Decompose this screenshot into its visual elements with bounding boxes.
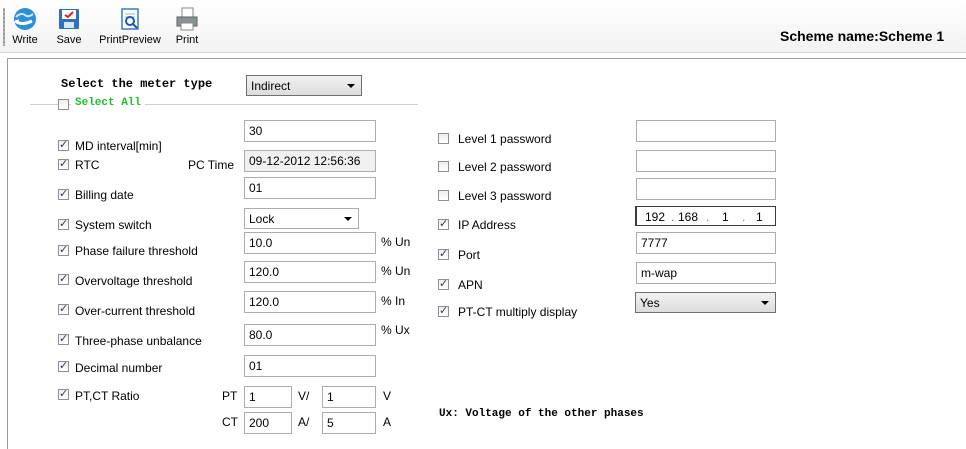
- multiply-dropdown[interactable]: Yes: [635, 292, 776, 313]
- overcurrent-label: Over-current threshold: [75, 304, 196, 318]
- level2-password-field[interactable]: [636, 150, 776, 172]
- meter-type-label: Select the meter type: [61, 77, 213, 91]
- billing-date-field[interactable]: [244, 177, 376, 199]
- pt-primary-field[interactable]: [244, 386, 292, 408]
- unbalance-label: Three-phase unbalance: [75, 334, 202, 348]
- chevron-down-icon: [761, 301, 769, 305]
- meter-type-dropdown[interactable]: Indirect: [246, 75, 362, 96]
- apn-checkbox[interactable]: [438, 277, 449, 290]
- scheme-name: Scheme name:Scheme 1: [780, 28, 945, 44]
- overcurrent-unit: % In: [381, 294, 406, 308]
- ratio-label: PT,CT Ratio: [75, 389, 140, 403]
- multiply-value: Yes: [640, 296, 660, 310]
- system-switch-dropdown[interactable]: Lock: [244, 208, 359, 229]
- port-checkbox[interactable]: [438, 247, 449, 260]
- write-label: Write: [12, 34, 38, 46]
- pc-time-label: PC Time: [188, 158, 235, 172]
- overvoltage-checkbox[interactable]: [58, 272, 69, 285]
- save-label: Save: [56, 34, 82, 46]
- billing-date-label: Billing date: [75, 188, 134, 202]
- apn-field[interactable]: [636, 262, 776, 284]
- print-label: Print: [175, 34, 199, 46]
- rtc-label: RTC: [75, 158, 100, 172]
- ip-octet-3[interactable]: 1: [722, 210, 729, 224]
- pt-secondary-field[interactable]: [322, 386, 376, 408]
- phase-failure-unit: % Un: [381, 235, 411, 249]
- overvoltage-unit: % Un: [381, 264, 411, 278]
- ratio-checkbox[interactable]: [58, 387, 69, 400]
- multiply-label: PT-CT multiply display: [458, 305, 578, 319]
- level3-password-field[interactable]: [636, 178, 776, 200]
- apn-label: APN: [458, 278, 483, 292]
- ip-dot: .: [706, 210, 710, 224]
- ip-address-checkbox[interactable]: [438, 217, 449, 230]
- overcurrent-field[interactable]: [244, 291, 376, 313]
- rtc-checkbox[interactable]: [58, 157, 69, 170]
- md-interval-label: MD interval[min]: [75, 139, 162, 153]
- port-label: Port: [458, 248, 481, 262]
- system-switch-checkbox[interactable]: [58, 217, 69, 230]
- system-switch-label: System switch: [75, 218, 152, 232]
- printer-icon: [176, 7, 198, 31]
- level2-checkbox[interactable]: [438, 161, 449, 172]
- phase-failure-field[interactable]: [244, 232, 376, 254]
- select-all-checkbox[interactable]: [58, 99, 69, 110]
- ct-label: CT: [222, 415, 238, 429]
- level1-password-field[interactable]: [636, 120, 776, 142]
- level3-checkbox[interactable]: [438, 190, 449, 201]
- ip-dot: .: [671, 210, 675, 224]
- level1-label: Level 1 password: [458, 132, 552, 146]
- chevron-down-icon: [347, 84, 355, 88]
- pt-unit: V: [383, 389, 392, 403]
- unbalance-checkbox[interactable]: [58, 332, 69, 345]
- save-button[interactable]: Save: [52, 4, 86, 48]
- chevron-down-icon: [344, 217, 352, 221]
- toolbar: Write Save PrintPreview Print Scheme nam: [0, 0, 966, 53]
- pt-separator: V/: [298, 389, 310, 403]
- level2-label: Level 2 password: [458, 160, 552, 174]
- ct-separator: A/: [298, 415, 310, 429]
- ct-secondary-field[interactable]: [322, 412, 376, 434]
- settings-panel: Select the meter type Indirect Select Al…: [7, 58, 966, 449]
- save-disk-icon: [59, 9, 79, 29]
- meter-type-value: Indirect: [251, 79, 291, 93]
- print-preview-icon: [121, 8, 139, 30]
- print-preview-label: PrintPreview: [99, 34, 161, 46]
- overcurrent-checkbox[interactable]: [58, 302, 69, 315]
- ip-octet-1[interactable]: 192: [645, 210, 665, 224]
- write-button[interactable]: Write: [6, 4, 44, 48]
- phase-failure-label: Phase failure threshold: [75, 244, 198, 258]
- decimal-checkbox[interactable]: [58, 359, 69, 372]
- ct-primary-field[interactable]: [244, 412, 292, 434]
- toolbar-grip[interactable]: [3, 8, 5, 46]
- globe-refresh-icon: [14, 8, 36, 30]
- phase-failure-checkbox[interactable]: [58, 243, 69, 256]
- select-all-label: Select All: [71, 97, 146, 109]
- print-button[interactable]: Print: [170, 4, 204, 48]
- md-interval-checkbox[interactable]: [58, 138, 69, 151]
- multiply-checkbox[interactable]: [438, 304, 449, 317]
- ux-note: Ux: Voltage of the other phases: [439, 408, 644, 420]
- unbalance-unit: % Ux: [381, 323, 410, 337]
- decimal-label: Decimal number: [75, 361, 163, 375]
- decimal-field[interactable]: [244, 355, 376, 377]
- level3-label: Level 3 password: [458, 189, 552, 203]
- billing-date-checkbox[interactable]: [58, 187, 69, 200]
- pc-time-field[interactable]: [244, 150, 376, 172]
- ip-address-field[interactable]: 192 . 168 . 1 . 1: [635, 206, 776, 226]
- ip-octet-2[interactable]: 168: [678, 210, 698, 224]
- unbalance-field[interactable]: [244, 324, 376, 346]
- overvoltage-label: Overvoltage threshold: [75, 274, 193, 288]
- print-preview-button[interactable]: PrintPreview: [92, 4, 168, 48]
- port-field[interactable]: [636, 232, 776, 254]
- ip-dot: .: [742, 210, 746, 224]
- overvoltage-field[interactable]: [244, 261, 376, 283]
- md-interval-field[interactable]: [244, 120, 376, 142]
- ip-address-label: IP Address: [458, 218, 516, 232]
- ct-unit: A: [383, 415, 392, 429]
- system-switch-value: Lock: [249, 212, 275, 226]
- ip-octet-4[interactable]: 1: [756, 210, 763, 224]
- pt-label: PT: [222, 389, 238, 403]
- level1-checkbox[interactable]: [438, 133, 449, 144]
